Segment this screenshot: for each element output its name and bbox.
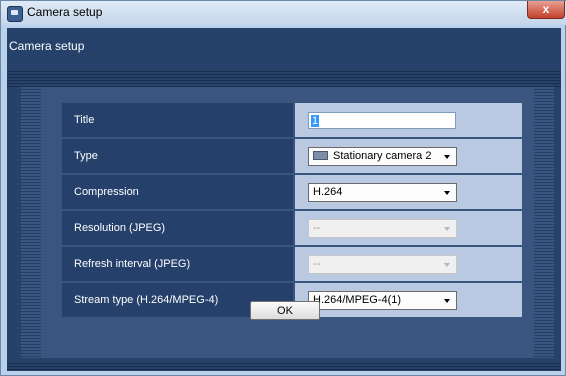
compression-row: Compression H.264 bbox=[62, 175, 522, 209]
type-label: Type bbox=[62, 139, 293, 173]
title-row: Title 1 bbox=[62, 103, 522, 137]
close-button[interactable]: x bbox=[527, 1, 565, 19]
title-value-cell: 1 bbox=[295, 103, 522, 137]
type-select-value: Stationary camera 2 bbox=[333, 150, 432, 162]
refresh-interval-select-value: -- bbox=[313, 258, 321, 270]
title-bar[interactable]: Camera setup x bbox=[1, 1, 566, 25]
stream-type-value-cell: H.264/MPEG-4(1) bbox=[295, 283, 522, 317]
chevron-down-icon bbox=[444, 155, 450, 159]
ok-button[interactable]: OK bbox=[250, 301, 320, 320]
header-stripes bbox=[7, 69, 561, 87]
refresh-interval-select[interactable]: -- bbox=[308, 255, 457, 274]
camera-setup-window: Camera setup x Camera setup Title 1 Type bbox=[0, 0, 566, 376]
title-input[interactable]: 1 bbox=[308, 112, 456, 129]
type-row: Type Stationary camera 2 bbox=[62, 139, 522, 173]
resolution-value-cell: -- bbox=[295, 211, 522, 245]
page-title: Camera setup bbox=[9, 39, 85, 53]
chevron-down-icon bbox=[444, 299, 450, 303]
type-value-cell: Stationary camera 2 bbox=[295, 139, 522, 173]
footer-stripes bbox=[7, 361, 561, 371]
stream-type-select-value: H.264/MPEG-4(1) bbox=[313, 294, 402, 306]
refresh-interval-value-cell: -- bbox=[295, 247, 522, 281]
right-stripe bbox=[534, 87, 554, 358]
refresh-interval-label: Refresh interval (JPEG) bbox=[62, 247, 293, 281]
compression-select[interactable]: H.264 bbox=[308, 183, 457, 202]
resolution-label: Resolution (JPEG) bbox=[62, 211, 293, 245]
chevron-down-icon bbox=[444, 227, 450, 231]
title-input-value: 1 bbox=[311, 115, 320, 127]
type-select[interactable]: Stationary camera 2 bbox=[308, 147, 457, 166]
chevron-down-icon bbox=[444, 263, 450, 267]
chevron-down-icon bbox=[444, 191, 450, 195]
compression-value-cell: H.264 bbox=[295, 175, 522, 209]
camera-icon bbox=[313, 150, 328, 160]
resolution-row: Resolution (JPEG) -- bbox=[62, 211, 522, 245]
compression-select-value: H.264 bbox=[313, 186, 343, 198]
resolution-select[interactable]: -- bbox=[308, 219, 457, 238]
title-label: Title bbox=[62, 103, 293, 137]
resolution-select-value: -- bbox=[313, 222, 321, 234]
window-title: Camera setup bbox=[27, 5, 103, 19]
left-stripe bbox=[21, 87, 41, 358]
stream-type-select[interactable]: H.264/MPEG-4(1) bbox=[308, 291, 457, 310]
app-icon bbox=[7, 6, 23, 22]
refresh-interval-row: Refresh interval (JPEG) -- bbox=[62, 247, 522, 281]
compression-label: Compression bbox=[62, 175, 293, 209]
